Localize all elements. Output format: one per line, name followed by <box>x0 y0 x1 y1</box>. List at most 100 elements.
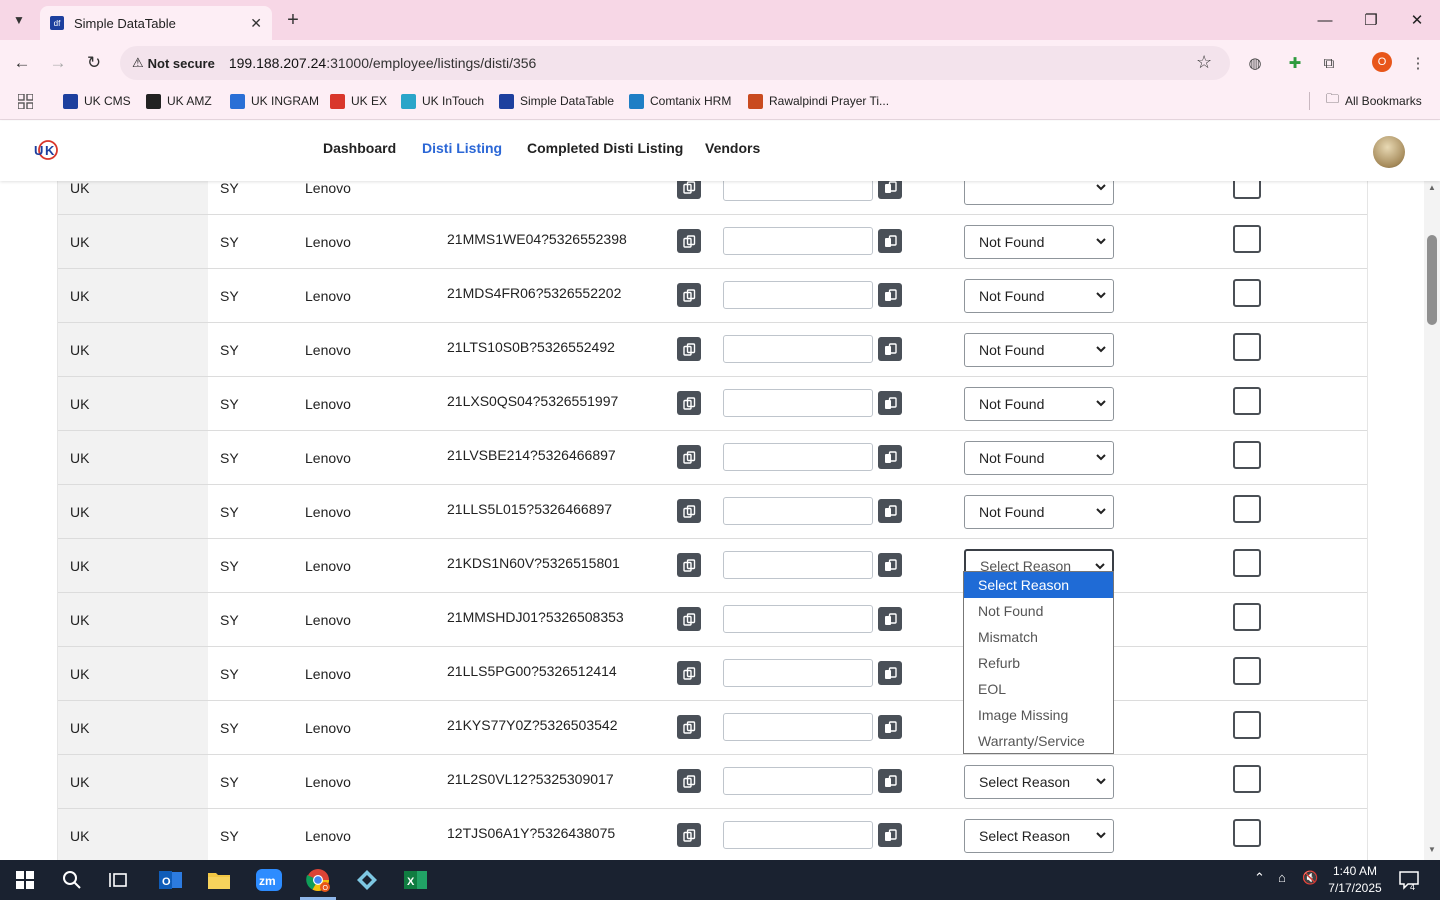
file-explorer-icon[interactable] <box>204 866 234 894</box>
not-secure-label[interactable]: Not secure <box>148 56 215 71</box>
bookmark-item[interactable]: Rawalpindi Prayer Ti... <box>748 92 889 110</box>
row-checkbox[interactable] <box>1233 495 1261 523</box>
reason-dropdown-list[interactable]: Select Reason Not Found Mismatch Refurb EOL I… <box>963 571 1114 754</box>
reload-icon[interactable]: ↻ <box>80 50 108 76</box>
vendor-link-input[interactable] <box>723 767 873 795</box>
copy-sku-button[interactable] <box>677 229 701 253</box>
user-avatar[interactable] <box>1373 136 1405 168</box>
paste-button[interactable] <box>878 661 902 685</box>
vendor-link-input[interactable] <box>723 335 873 363</box>
reason-select[interactable] <box>964 181 1114 205</box>
bookmark-item[interactable]: Comtanix HRM <box>629 92 731 110</box>
browser-tab[interactable]: df Simple DataTable ✕ <box>40 6 272 40</box>
row-checkbox[interactable] <box>1233 603 1261 631</box>
search-icon[interactable] <box>57 866 87 894</box>
row-checkbox[interactable] <box>1233 819 1261 847</box>
vendor-link-input[interactable] <box>723 227 873 255</box>
url-path[interactable]: :31000/employee/listings/disti/356 <box>326 55 536 71</box>
apps-grid-icon[interactable] <box>18 92 33 110</box>
reason-option[interactable]: Image Missing <box>964 702 1113 728</box>
scroll-up-arrow-icon[interactable]: ▲ <box>1427 183 1437 192</box>
vendor-link-input[interactable] <box>723 497 873 525</box>
vendor-link-input[interactable] <box>723 181 873 201</box>
bookmark-item[interactable]: UK EX <box>330 92 387 110</box>
new-tab-plus-icon[interactable]: + <box>282 8 304 32</box>
system-clock[interactable]: 1:40 AM 7/17/2025 <box>1322 863 1388 897</box>
close-tab-icon[interactable]: ✕ <box>250 15 262 32</box>
copy-sku-button[interactable] <box>677 661 701 685</box>
vendor-link-input[interactable] <box>723 821 873 849</box>
vendor-link-input[interactable] <box>723 443 873 471</box>
copy-sku-button[interactable] <box>677 499 701 523</box>
excel-icon[interactable]: X <box>401 866 431 894</box>
row-checkbox[interactable] <box>1233 225 1261 253</box>
translate-globe-icon[interactable]: ◍ <box>1242 50 1268 76</box>
scrollbar-thumb[interactable] <box>1427 235 1437 325</box>
bookmark-item[interactable]: Simple DataTable <box>499 92 614 110</box>
app-diamond-icon[interactable] <box>352 866 382 894</box>
vendor-link-input[interactable] <box>723 713 873 741</box>
zoom-icon[interactable]: zm <box>254 866 284 894</box>
reason-select[interactable]: Not Found <box>964 387 1114 421</box>
copy-sku-button[interactable] <box>677 391 701 415</box>
reason-option[interactable]: Not Found <box>964 598 1113 624</box>
url-host[interactable]: 199.188.207.24 <box>229 55 326 71</box>
close-window-icon[interactable]: ✕ <box>1403 8 1431 32</box>
all-bookmarks-button[interactable]: 🗀 All Bookmarks <box>1326 91 1422 110</box>
row-checkbox[interactable] <box>1233 279 1261 307</box>
network-icon[interactable]: ⌂ <box>1278 870 1286 885</box>
copy-sku-button[interactable] <box>677 715 701 739</box>
profile-avatar[interactable]: O <box>1372 52 1392 72</box>
paste-button[interactable] <box>878 337 902 361</box>
warning-triangle-icon[interactable]: ⚠ <box>132 55 144 71</box>
reason-option[interactable]: Refurb <box>964 650 1113 676</box>
vendor-link-input[interactable] <box>723 605 873 633</box>
paste-button[interactable] <box>878 823 902 847</box>
bookmark-item[interactable]: UK AMZ <box>146 92 212 110</box>
paste-button[interactable] <box>878 499 902 523</box>
copy-sku-button[interactable] <box>677 607 701 631</box>
row-checkbox[interactable] <box>1233 657 1261 685</box>
vendor-link-input[interactable] <box>723 551 873 579</box>
notification-center-icon[interactable]: 4 <box>1398 869 1420 892</box>
tab-search-chevron-icon[interactable]: ▼ <box>6 8 32 32</box>
reason-option[interactable]: Warranty/Service <box>964 728 1113 754</box>
vendor-link-input[interactable] <box>723 389 873 417</box>
vendor-link-input[interactable] <box>723 659 873 687</box>
copy-sku-button[interactable] <box>677 769 701 793</box>
row-checkbox[interactable] <box>1233 333 1261 361</box>
row-checkbox[interactable] <box>1233 441 1261 469</box>
paste-button[interactable] <box>878 229 902 253</box>
bookmark-item[interactable]: UK INGRAM <box>230 92 319 110</box>
address-bar[interactable]: ⚠ Not secure 199.188.207.24:31000/employ… <box>120 46 1230 80</box>
paste-button[interactable] <box>878 607 902 631</box>
paste-button[interactable] <box>878 391 902 415</box>
paste-button[interactable] <box>878 283 902 307</box>
row-checkbox[interactable] <box>1233 711 1261 739</box>
outlook-icon[interactable]: O <box>156 866 186 894</box>
nav-completed-disti-listing[interactable]: Completed Disti Listing <box>527 140 683 156</box>
reason-option[interactable]: EOL <box>964 676 1113 702</box>
reason-select[interactable]: Not Found <box>964 333 1114 367</box>
nav-dashboard[interactable]: Dashboard <box>323 140 396 156</box>
reason-select[interactable]: Not Found <box>964 279 1114 313</box>
copy-sku-button[interactable] <box>677 283 701 307</box>
bookmark-item[interactable]: UK InTouch <box>401 92 484 110</box>
paste-button[interactable] <box>878 553 902 577</box>
uk-logo-icon[interactable]: U K <box>33 139 59 161</box>
reason-option[interactable]: Mismatch <box>964 624 1113 650</box>
restore-icon[interactable]: ❐ <box>1357 8 1385 32</box>
row-checkbox[interactable] <box>1233 387 1261 415</box>
row-checkbox[interactable] <box>1233 765 1261 793</box>
paste-button[interactable] <box>878 715 902 739</box>
minimize-icon[interactable]: — <box>1311 8 1339 32</box>
copy-sku-button[interactable] <box>677 553 701 577</box>
volume-muted-icon[interactable]: 🔇 <box>1302 870 1318 886</box>
reason-select[interactable]: Not Found <box>964 225 1114 259</box>
bookmark-item[interactable]: UK CMS <box>63 92 131 110</box>
paste-button[interactable] <box>878 181 902 199</box>
reason-select[interactable]: Not Found <box>964 441 1114 475</box>
extensions-puzzle-icon[interactable]: ⧉ <box>1316 50 1342 76</box>
row-checkbox[interactable] <box>1233 549 1261 577</box>
copy-sku-button[interactable] <box>677 823 701 847</box>
